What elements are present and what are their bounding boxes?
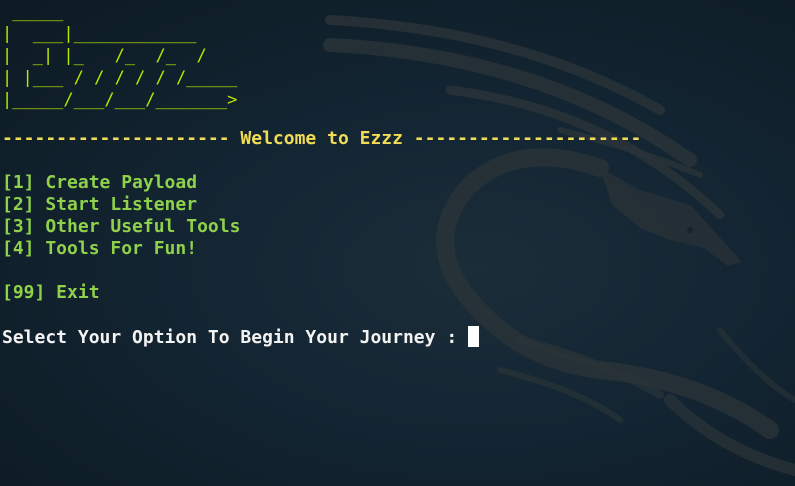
menu-item-tools-for-fun: [4] Tools For Fun! xyxy=(2,238,198,259)
logo-line-4: | |___ / / / / / /_____ xyxy=(2,68,238,88)
menu-item-start-listener: [2] Start Listener xyxy=(2,194,198,215)
logo-line-3: | _| |_ /_ /_ / xyxy=(2,46,207,66)
menu-item-other-tools: [3] Other Useful Tools xyxy=(2,216,241,237)
logo-line-5: |_____/___/___/_______> xyxy=(2,90,238,110)
welcome-banner: --------------------- Welcome to Ezzz --… xyxy=(2,128,642,149)
prompt-label: Select Your Option To Begin Your Journey… xyxy=(2,327,468,348)
menu-item-exit: [99] Exit xyxy=(2,282,100,303)
terminal-window[interactable]: _____ | ___|____________ | _| |_ /_ /_ /… xyxy=(0,0,795,486)
menu-item-create-payload: [1] Create Payload xyxy=(2,172,198,193)
logo-line-2: | ___|____________ xyxy=(2,24,197,44)
input-prompt[interactable]: Select Your Option To Begin Your Journey… xyxy=(2,326,479,348)
text-cursor[interactable] xyxy=(468,326,479,347)
logo-line-1: _____ xyxy=(2,2,64,22)
